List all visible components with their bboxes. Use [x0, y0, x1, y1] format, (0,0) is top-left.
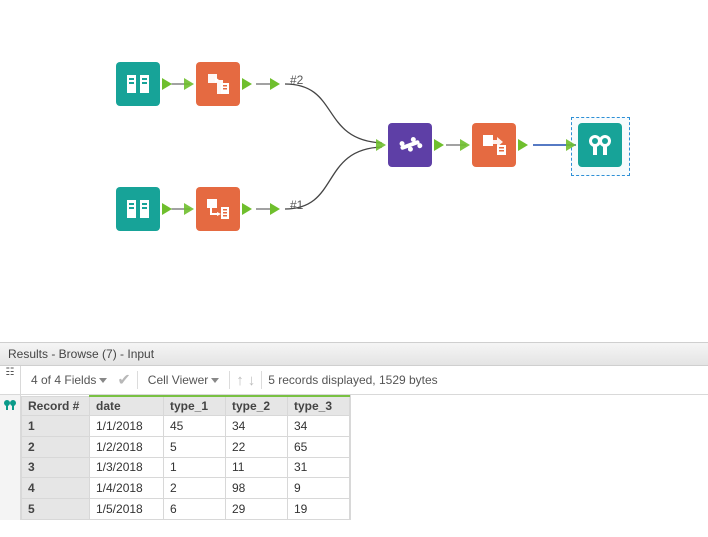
table-row[interactable]: 41/4/20182989: [22, 478, 350, 499]
chevron-down-icon: [211, 378, 219, 383]
col-type3[interactable]: type_3: [288, 396, 350, 416]
results-toolbar: ☷ 4 of 4 Fields ✔ Cell Viewer ↑ ↓ 5 reco…: [0, 366, 708, 395]
connection-anchor-bottom: #1: [290, 198, 303, 212]
fields-dropdown[interactable]: 4 of 4 Fields: [27, 373, 111, 387]
output-port[interactable]: [434, 139, 444, 151]
output-port[interactable]: [162, 203, 172, 215]
table-row[interactable]: 31/3/201811131: [22, 457, 350, 478]
select-tool-3[interactable]: [472, 123, 516, 167]
input-port[interactable]: [184, 78, 194, 90]
grid-side-tabs[interactable]: [0, 395, 21, 520]
app-window: #2 #1 Results - B: [0, 0, 708, 537]
table-row[interactable]: 21/2/201852265: [22, 436, 350, 457]
input-tool-1[interactable]: [116, 62, 160, 106]
fields-label: 4 of 4 Fields: [31, 373, 96, 387]
arrow-up-icon[interactable]: ↑: [236, 372, 244, 389]
select-tool-1[interactable]: [196, 62, 240, 106]
data-table[interactable]: Record # date type_1 type_2 type_3 11/1/…: [21, 395, 350, 520]
table-header-row: Record # date type_1 type_2 type_3: [22, 396, 350, 416]
table-row[interactable]: 51/5/201862919: [22, 499, 350, 520]
cell-viewer-label: Cell Viewer: [148, 373, 208, 387]
view-toggle[interactable]: ☷: [0, 366, 21, 394]
grid-empty-area: [350, 395, 351, 520]
input-port[interactable]: [460, 139, 470, 151]
connection-anchor-top: #2: [290, 73, 303, 87]
input-port[interactable]: [376, 139, 386, 151]
status-text: 5 records displayed, 1529 bytes: [268, 373, 437, 387]
col-type2[interactable]: type_2: [226, 396, 288, 416]
output-port[interactable]: [242, 78, 252, 90]
results-grid: Record # date type_1 type_2 type_3 11/1/…: [0, 395, 708, 520]
select-tool-2[interactable]: [196, 187, 240, 231]
output-port[interactable]: [242, 203, 252, 215]
union-tool[interactable]: [388, 123, 432, 167]
separator: [137, 371, 138, 389]
separator: [229, 371, 230, 389]
output-port[interactable]: [518, 139, 528, 151]
col-type1[interactable]: type_1: [164, 396, 226, 416]
separator: [261, 371, 262, 389]
output-port[interactable]: [162, 78, 172, 90]
browse-tool[interactable]: [578, 123, 622, 167]
list-icon: ☷: [6, 368, 15, 378]
output-port[interactable]: [270, 203, 280, 215]
col-date[interactable]: date: [90, 396, 164, 416]
chevron-down-icon: [99, 378, 107, 383]
cell-viewer-dropdown[interactable]: Cell Viewer: [144, 373, 223, 387]
workflow-canvas[interactable]: #2 #1: [0, 0, 708, 340]
table-row[interactable]: 11/1/2018453434: [22, 416, 350, 437]
binoculars-icon: [3, 398, 17, 415]
check-icon[interactable]: ✔: [117, 370, 130, 390]
results-pane: Results - Browse (7) - Input ☷ 4 of 4 Fi…: [0, 342, 708, 537]
col-record[interactable]: Record #: [22, 396, 90, 416]
arrow-down-icon[interactable]: ↓: [248, 372, 256, 389]
results-title: Results - Browse (7) - Input: [0, 343, 708, 366]
input-tool-2[interactable]: [116, 187, 160, 231]
input-port[interactable]: [566, 139, 576, 151]
output-port[interactable]: [270, 78, 280, 90]
input-port[interactable]: [184, 203, 194, 215]
